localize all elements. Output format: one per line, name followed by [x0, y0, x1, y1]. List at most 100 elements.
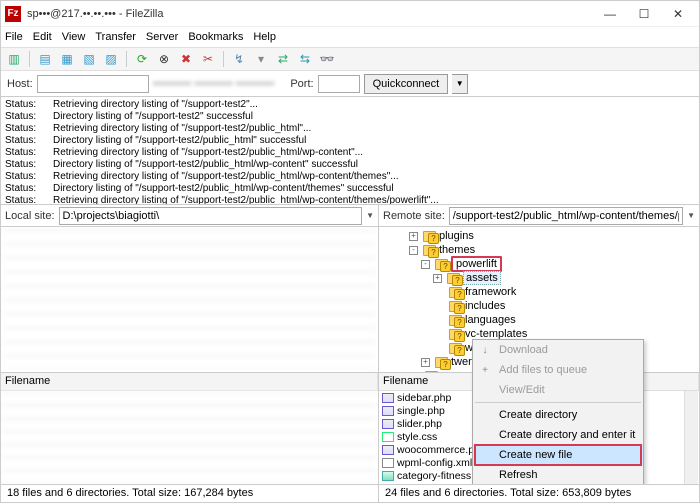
tree-node[interactable]: framework	[383, 285, 695, 299]
port-label: Port:	[290, 78, 313, 90]
compare-icon[interactable]: ⇄	[274, 50, 292, 68]
host-label: Host:	[7, 78, 33, 90]
local-tree[interactable]	[1, 227, 378, 372]
maximize-button[interactable]: ☐	[627, 3, 661, 25]
remote-pane: +plugins-themes-powerlift+assetsframewor…	[379, 227, 699, 484]
menu-view[interactable]: View	[62, 31, 86, 43]
refresh-icon[interactable]: ⟳	[133, 50, 151, 68]
quickconnect-button[interactable]: Quickconnect	[364, 74, 449, 94]
file-icon	[382, 419, 394, 429]
remote-site-label: Remote site:	[383, 210, 445, 222]
toggle-local-tree-icon[interactable]: ▦	[58, 50, 76, 68]
toolbar: ▥ ▤ ▦ ▧ ▨ ⟳ ⊗ ✖ ✂ ↯ ▾ ⇄ ⇆ 👓	[1, 47, 699, 71]
blurred-content	[1, 391, 378, 484]
folder-icon	[447, 273, 460, 284]
log-line: Status:Directory listing of "/support-te…	[5, 183, 695, 195]
menu-label: Download	[499, 344, 548, 356]
separator	[223, 51, 224, 67]
blurred-content	[3, 229, 376, 370]
menu-label: Create new file	[499, 449, 572, 461]
filter-icon[interactable]: ▾	[252, 50, 270, 68]
log-line: Status:Directory listing of "/support-te…	[5, 135, 695, 147]
toggle-log-icon[interactable]: ▤	[36, 50, 54, 68]
menu-label: View/Edit	[499, 384, 545, 396]
message-log[interactable]: Status:Retrieving directory listing of "…	[1, 97, 699, 205]
log-line: Status:Retrieving directory listing of "…	[5, 195, 695, 205]
menu-server[interactable]: Server	[146, 31, 178, 43]
menu-file[interactable]: File	[5, 31, 23, 43]
menu-bookmarks[interactable]: Bookmarks	[188, 31, 243, 43]
sync-browse-icon[interactable]: ⇆	[296, 50, 314, 68]
local-pane: Filename	[1, 227, 379, 484]
menubar: File Edit View Transfer Server Bookmarks…	[1, 27, 699, 47]
menu-item: +Add files to queue	[473, 360, 643, 380]
local-columns: Filename	[1, 373, 378, 391]
local-file-list[interactable]: Filename	[1, 372, 378, 484]
toggle-remote-tree-icon[interactable]: ▧	[80, 50, 98, 68]
local-site-input[interactable]	[59, 207, 363, 225]
quickconnect-dropdown[interactable]: ▼	[452, 74, 468, 94]
separator	[29, 51, 30, 67]
log-line: Status:Retrieving directory listing of "…	[5, 147, 695, 159]
tree-label: powerlift	[451, 257, 502, 271]
file-icon	[382, 471, 394, 481]
process-queue-icon[interactable]: ⊗	[155, 50, 173, 68]
expand-icon[interactable]: -	[409, 246, 418, 255]
tree-label: framework	[465, 285, 516, 299]
menu-item[interactable]: Create directory and enter it	[473, 425, 643, 445]
folder-icon	[435, 357, 448, 368]
statusbar: 18 files and 6 directories. Total size: …	[1, 484, 699, 502]
search-icon[interactable]: 👓	[318, 50, 336, 68]
local-site-label: Local site:	[5, 210, 55, 222]
expand-icon[interactable]: +	[433, 274, 442, 283]
menu-item[interactable]: Create directory	[473, 405, 643, 425]
toggle-queue-icon[interactable]: ▨	[102, 50, 120, 68]
host-input[interactable]	[37, 75, 149, 93]
tree-node[interactable]: languages	[383, 313, 695, 327]
menu-item[interactable]: Create new file	[473, 445, 643, 465]
remote-site-input[interactable]	[449, 207, 683, 225]
log-line: Status:Retrieving directory listing of "…	[5, 99, 695, 111]
menu-transfer[interactable]: Transfer	[95, 31, 136, 43]
menu-item[interactable]: Refresh	[473, 465, 643, 484]
menu-label: Refresh	[499, 469, 538, 481]
folder-icon	[423, 245, 436, 256]
cancel-icon[interactable]: ✖	[177, 50, 195, 68]
window-title: sp•••@217.••.••.••• - FileZilla	[27, 8, 593, 20]
minimize-button[interactable]: —	[593, 3, 627, 25]
expand-icon[interactable]: +	[409, 232, 418, 241]
tree-node[interactable]: +plugins	[383, 229, 695, 243]
folder-icon	[449, 287, 462, 298]
log-line: Status:Retrieving directory listing of "…	[5, 123, 695, 135]
local-status: 18 files and 6 directories. Total size: …	[1, 485, 379, 502]
remote-status: 24 files and 6 directories. Total size: …	[379, 485, 637, 502]
file-icon	[382, 393, 394, 403]
disconnect-icon[interactable]: ✂	[199, 50, 217, 68]
folder-icon	[449, 343, 462, 354]
tree-label: themes	[439, 243, 475, 257]
blurred-credentials: •••••••••• •••••••••• ••••••••••	[153, 78, 275, 90]
site-manager-icon[interactable]: ▥	[5, 50, 23, 68]
scrollbar[interactable]	[684, 391, 698, 484]
close-button[interactable]: ✕	[661, 3, 695, 25]
main-panes: Filename +plugins-themes-powerlift+asset…	[1, 227, 699, 484]
expand-icon[interactable]: +	[421, 358, 430, 367]
tree-node[interactable]: - themes	[383, 243, 695, 257]
menu-edit[interactable]: Edit	[33, 31, 52, 43]
log-line: Status:Retrieving directory listing of "…	[5, 171, 695, 183]
separator	[126, 51, 127, 67]
chevron-down-icon[interactable]: ▼	[687, 211, 695, 220]
log-line: Status:Directory listing of "/support-te…	[5, 159, 695, 171]
tree-node[interactable]: - powerlift	[383, 257, 695, 271]
folder-icon	[449, 329, 462, 340]
expand-icon[interactable]: -	[421, 260, 430, 269]
tree-node[interactable]: includes	[383, 299, 695, 313]
menu-label: Create directory	[499, 409, 577, 421]
tree-node[interactable]: +assets	[383, 271, 695, 285]
file-icon	[382, 406, 394, 416]
menu-help[interactable]: Help	[253, 31, 276, 43]
reconnect-icon[interactable]: ↯	[230, 50, 248, 68]
menu-icon: +	[478, 365, 492, 376]
chevron-down-icon[interactable]: ▼	[366, 211, 374, 220]
port-input[interactable]	[318, 75, 360, 93]
